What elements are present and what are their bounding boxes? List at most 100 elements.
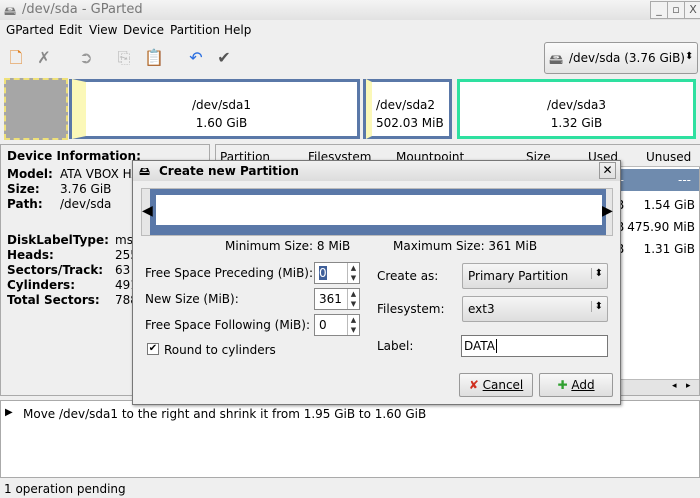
button-label: Add xyxy=(571,378,595,392)
maximum-size-label: Maximum Size: 361 MiB xyxy=(393,239,538,253)
harddisk-icon: 🖴 xyxy=(549,52,564,68)
info-value: /dev/sda xyxy=(60,197,112,211)
dialog-icon: 🖴 xyxy=(139,165,151,178)
device-info-row: DiskLabelType: ms xyxy=(7,233,133,248)
label-input[interactable]: DATA xyxy=(461,335,608,357)
dialog-title-bar: 🖴 Create new Partition ✕ xyxy=(133,161,620,181)
status-bar: 1 operation pending xyxy=(4,482,126,496)
menu-gparted[interactable]: GParted xyxy=(6,23,54,37)
spinner-arrows-icon[interactable]: ▲ ▼ xyxy=(347,315,359,335)
apply-icon[interactable]: ✔ xyxy=(214,48,234,68)
round-to-cylinders-label: Round to cylinders xyxy=(164,343,276,357)
resize-move-icon[interactable]: ➲ xyxy=(76,48,96,68)
title-bar: 🖴 /dev/sda - GParted _ ▫ X xyxy=(0,0,700,20)
create-partition-dialog: 🖴 Create new Partition ✕ ◀ ▶ Minimum Siz… xyxy=(132,160,621,405)
info-value: ms xyxy=(115,233,133,247)
partition-size: 502.03 MiB xyxy=(376,116,444,130)
cell: 475.90 MiB xyxy=(627,220,695,234)
select-value: ext3 xyxy=(468,302,495,316)
dialog-close-button[interactable]: ✕ xyxy=(599,162,616,179)
free-space-following-spinner[interactable]: 0 ▲ ▼ xyxy=(314,314,360,336)
spinner-value: 0 xyxy=(319,266,327,280)
select-value: Primary Partition xyxy=(468,269,569,283)
maximize-button[interactable]: ▫ xyxy=(667,1,685,19)
column-unused[interactable]: Unused xyxy=(646,150,691,164)
info-key: Total Sectors: xyxy=(7,293,100,307)
cell: 1.54 GiB xyxy=(643,198,695,212)
delete-partition-icon[interactable]: ✗ xyxy=(34,48,54,68)
new-size-label: New Size (MiB): xyxy=(145,292,239,306)
partition-name: /dev/sda3 xyxy=(546,98,607,112)
partition-resizer[interactable]: ◀ ▶ xyxy=(141,188,613,236)
menu-view[interactable]: View xyxy=(89,23,117,37)
partition-block-sda2[interactable]: /dev/sda2 502.03 MiB xyxy=(366,79,452,139)
right-resize-handle-icon[interactable]: ▶ xyxy=(602,203,613,219)
free-space-preceding-label: Free Space Preceding (MiB): xyxy=(145,266,314,280)
window-title: /dev/sda - GParted xyxy=(22,2,143,17)
operation-item[interactable]: Move /dev/sda1 to the right and shrink i… xyxy=(23,407,426,421)
operation-icon: ▶ xyxy=(5,407,13,418)
info-key: Sectors/Track: xyxy=(7,263,104,277)
filesystem-select[interactable]: ext3 ⬍ xyxy=(462,296,608,322)
menu-help[interactable]: Help xyxy=(224,23,251,37)
unallocated-block[interactable] xyxy=(4,78,68,140)
info-value: 63 xyxy=(115,263,131,277)
undo-icon[interactable]: ↶ xyxy=(186,48,206,68)
add-button[interactable]: ✚ Add xyxy=(539,373,613,397)
new-partition-area[interactable] xyxy=(156,195,602,225)
new-partition-icon[interactable]: 🗋 xyxy=(6,48,26,68)
partition-name: /dev/sda1 xyxy=(191,98,252,112)
menu-partition[interactable]: Partition xyxy=(170,23,220,37)
spinner-arrows-icon[interactable]: ▲ ▼ xyxy=(347,289,359,309)
spinner-value: 361 xyxy=(319,292,342,306)
device-info-row: Cylinders: 491 xyxy=(7,278,138,293)
partition-block-sda1[interactable]: /dev/sda1 1.60 GiB xyxy=(72,79,360,139)
minimum-size-label: Minimum Size: 8 MiB xyxy=(225,239,351,253)
close-button[interactable]: X xyxy=(684,1,700,19)
device-info-row: Total Sectors: 788 xyxy=(7,293,138,308)
add-icon: ✚ xyxy=(557,378,568,392)
dialog-title: Create new Partition xyxy=(159,164,299,178)
spinner-arrows-icon[interactable]: ▲ ▼ xyxy=(347,263,359,283)
create-as-label: Create as: xyxy=(377,269,439,283)
spinner-value: 0 xyxy=(319,318,327,332)
label-label: Label: xyxy=(377,339,414,353)
paste-icon[interactable]: 📋 xyxy=(144,48,164,68)
device-info-row: Sectors/Track: 63 xyxy=(7,263,130,278)
menu-bar: GParted Edit View Device Partition Help xyxy=(0,20,700,40)
info-key: Heads: xyxy=(7,248,54,262)
scroll-left-icon[interactable]: ◂ xyxy=(672,381,677,391)
device-selector[interactable]: 🖴 /dev/sda (3.76 GiB) ⬍ xyxy=(544,42,698,74)
menu-device[interactable]: Device xyxy=(123,23,164,37)
scroll-right-icon[interactable]: ▸ xyxy=(686,381,691,391)
horizontal-scrollbar[interactable]: ◂ ▸ xyxy=(616,379,699,395)
create-as-select[interactable]: Primary Partition ⬍ xyxy=(462,263,608,289)
partition-size: 1.60 GiB xyxy=(195,116,248,130)
minimize-button[interactable]: _ xyxy=(650,1,668,19)
partition-block-sda3[interactable]: /dev/sda3 1.32 GiB xyxy=(457,79,696,139)
free-space-preceding-spinner[interactable]: 0 ▲ ▼ xyxy=(314,262,360,284)
info-value: 3.76 GiB xyxy=(60,182,112,196)
device-info-row: Size: 3.76 GiB xyxy=(7,182,111,197)
copy-icon[interactable]: ⎘ xyxy=(114,48,134,68)
cell: 1.31 GiB xyxy=(643,242,695,256)
button-label: Cancel xyxy=(482,378,524,392)
info-key: Model: xyxy=(7,167,53,181)
free-space-following-label: Free Space Following (MiB): xyxy=(145,318,310,332)
dropdown-arrows-icon: ⬍ xyxy=(590,268,603,279)
info-key: Size: xyxy=(7,182,40,196)
info-key: Path: xyxy=(7,197,43,211)
device-info-heading: Device Information: xyxy=(7,149,141,163)
round-to-cylinders-checkbox[interactable]: ✔ xyxy=(147,343,159,355)
device-info-row: Model: ATA VBOX HA xyxy=(7,167,140,182)
menu-edit[interactable]: Edit xyxy=(59,23,82,37)
new-size-spinner[interactable]: 361 ▲ ▼ xyxy=(314,288,360,310)
device-selector-value: /dev/sda (3.76 GiB) xyxy=(569,51,685,65)
cell: --- xyxy=(678,173,691,187)
input-value: DATA xyxy=(464,339,497,353)
left-resize-handle-icon[interactable]: ◀ xyxy=(142,203,153,219)
operations-log: ▶ Move /dev/sda1 to the right and shrink… xyxy=(0,400,700,478)
cancel-icon: ✘ xyxy=(468,378,479,392)
cancel-button[interactable]: ✘ Cancel xyxy=(459,373,533,397)
filesystem-label: Filesystem: xyxy=(377,302,445,316)
